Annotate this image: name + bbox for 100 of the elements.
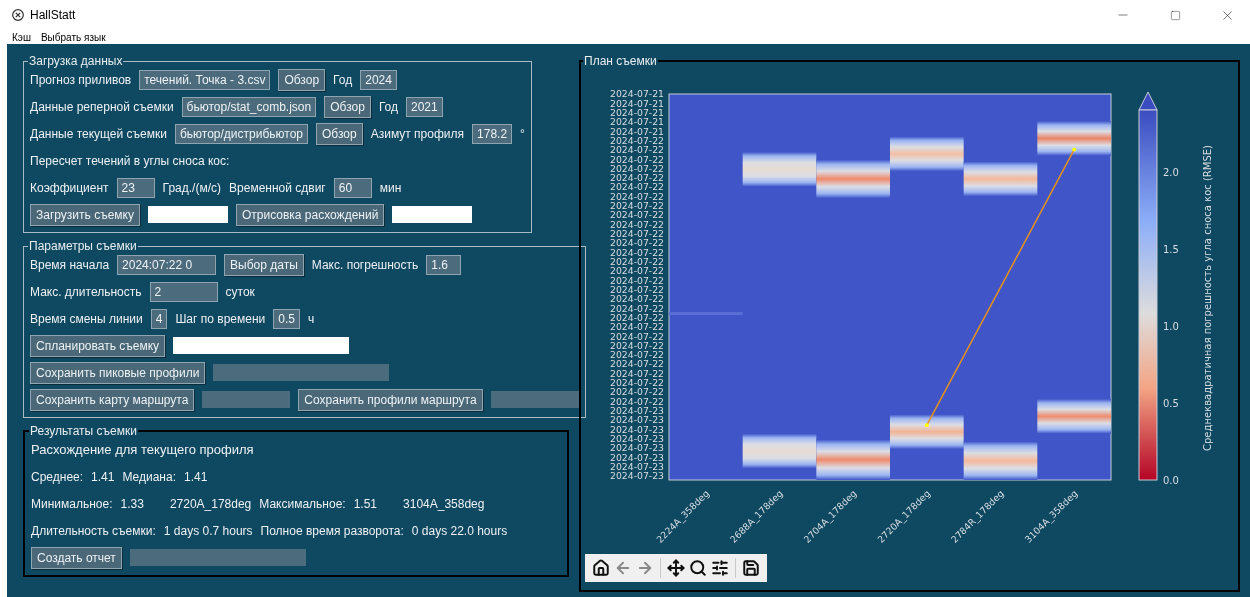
field-label: Временной сдвиг — [229, 180, 326, 195]
group-title: Параметры съемки — [28, 239, 138, 253]
action-button[interactable]: Обзор — [316, 122, 363, 145]
axis-tick-label: 2024-07-22 — [609, 377, 664, 389]
field-label: 0 days 22.0 hours — [411, 523, 508, 538]
colorbar-tick-label: 0.5 — [1163, 398, 1179, 409]
action-button[interactable]: Обзор — [324, 95, 371, 118]
floppy-disk-icon[interactable] — [741, 559, 761, 577]
axis-tick-label: 2024-07-22 — [609, 330, 664, 342]
input-field[interactable]: 0.5 — [273, 308, 300, 329]
field-label: Данные текущей съемки — [30, 126, 167, 141]
axis-tick-label: 2024-07-23 — [609, 405, 664, 417]
home-icon[interactable] — [591, 559, 611, 577]
axis-tick-label: 2024-07-22 — [609, 256, 664, 267]
input-field[interactable]: 2024 — [360, 69, 397, 90]
move-icon[interactable] — [666, 559, 686, 577]
app-icon — [12, 9, 24, 21]
axis-tick-label: 2024-07-23 — [609, 414, 664, 426]
field-label: Коэффициент — [30, 180, 109, 195]
axis-tick-label: 2024-07-22 — [609, 209, 664, 221]
field-label: ° — [520, 126, 525, 141]
axis-tick-label: 2024-07-21 — [609, 116, 664, 128]
action-button[interactable]: Спланировать съемку — [30, 334, 166, 357]
field-label: 3104A_358deg — [403, 496, 485, 511]
axis-tick-label: 2024-07-22 — [609, 293, 664, 305]
input-field[interactable]: 2021 — [406, 96, 443, 117]
field-label: 1 days 0.7 hours — [163, 523, 253, 538]
axis-tick-label: 2024-07-21 — [609, 125, 664, 137]
field-label: Время смены линии — [30, 311, 143, 326]
axis-tick-label: 2024-07-22 — [609, 367, 664, 379]
axis-tick-label: 2024-07-21 — [609, 97, 664, 109]
action-button[interactable]: Сохранить профили маршрута — [298, 388, 483, 411]
field-label: Длительность съемки: — [31, 523, 156, 538]
action-button[interactable]: Обзор — [278, 68, 326, 91]
axis-tick-label: 2024-07-22 — [609, 134, 664, 146]
axis-tick-label: 2024-07-22 — [609, 349, 664, 361]
field-label: 1.33 — [120, 496, 144, 511]
field-label: 1.41 — [184, 469, 208, 484]
field-label: Шаг по времени — [175, 311, 266, 326]
field-label: 1.51 — [353, 496, 378, 511]
axis-tick-label: 2024-07-22 — [609, 283, 664, 295]
input-field[interactable]: бьютор/stat_comb.json — [181, 96, 317, 117]
axis-tick-label: 2024-07-23 — [609, 470, 664, 482]
field-label: 1.41 — [91, 469, 115, 484]
axis-tick-label: 2024-07-21 — [609, 106, 664, 118]
action-button[interactable]: Сохранить пиковые профили — [30, 361, 206, 384]
axis-tick-label: 2024-07-22 — [609, 190, 664, 202]
field-label: ч — [307, 311, 315, 326]
axis-tick-label: 2024-07-22 — [609, 218, 664, 230]
axis-tick-label: 2024-07-22 — [609, 200, 664, 212]
axis-tick-label: 2024-07-22 — [609, 358, 664, 370]
axis-tick-label: 2024-07-22 — [609, 181, 664, 193]
field-label: Полное время разворота: — [260, 523, 404, 538]
field-label: Год — [333, 72, 353, 87]
colorbar-tick-label: 0.0 — [1163, 475, 1179, 486]
axis-tick-label: 2024-07-22 — [609, 246, 664, 258]
axis-tick-label: 2024-07-22 — [609, 265, 664, 277]
field-label: Минимальное: — [31, 496, 113, 511]
field-label: Азимут профиля — [370, 126, 465, 141]
axis-tick-label: 2024-07-22 — [609, 321, 664, 333]
field-label: Данные реперной съемки — [30, 99, 174, 114]
action-button[interactable]: Создать отчет — [31, 546, 122, 569]
input-field[interactable]: 23 — [116, 177, 155, 198]
input-field[interactable]: 1.6 — [426, 254, 462, 275]
axis-tick-label: 2024-07-22 — [609, 144, 664, 156]
axis-tick-label: 2024-07-22 — [609, 228, 664, 240]
field-label: Год — [378, 99, 398, 114]
field-label: Максимальное: — [259, 496, 346, 511]
colorbar-title: Среднеквадратичная погрешность угла сноса кос (RMSE) — [1202, 145, 1213, 451]
sliders-icon[interactable] — [710, 559, 730, 577]
axis-tick-label: 2024-07-23 — [609, 442, 664, 454]
input-field[interactable]: бьютор/дистрибьютор — [174, 123, 308, 144]
menu-item[interactable]: Кэш — [12, 31, 31, 43]
input-field[interactable]: 2024:07:22 0 — [117, 254, 217, 275]
axis-tick-label: 2024-07-22 — [609, 237, 664, 249]
window-title: HallStatt — [30, 8, 77, 22]
input-field[interactable]: 178.2 — [472, 123, 513, 144]
input-field[interactable]: течений. Точка - 3.csv — [139, 69, 271, 90]
axis-tick-label: 2024-07-22 — [609, 395, 664, 407]
menu-item[interactable]: Выбрать язык — [40, 31, 106, 43]
group-title: План съемки — [583, 54, 658, 68]
section-heading: Расхождение для текущего профиля — [31, 442, 254, 457]
input-field[interactable]: 2 — [149, 281, 218, 302]
maximize-icon — [1169, 9, 1181, 21]
field-label: Град./(м/с) — [162, 180, 222, 195]
axis-tick-label: 2024-07-22 — [609, 153, 664, 165]
field-label: Среднее: — [31, 469, 84, 484]
axis-tick-label: 2024-07-22 — [609, 274, 664, 286]
action-button[interactable]: Отрисовка расхождений — [235, 203, 385, 226]
action-button[interactable]: Сохранить карту маршрута — [30, 388, 195, 411]
action-button[interactable]: Загрузить съемку — [30, 203, 140, 226]
axis-tick-label: 2024-07-22 — [609, 386, 664, 398]
input-field[interactable]: 60 — [333, 177, 372, 198]
input-field[interactable]: 4 — [150, 308, 168, 329]
group-title: Результаты съемки — [29, 424, 138, 438]
search-icon[interactable] — [688, 559, 708, 577]
colorbar-tick-label: 1.0 — [1163, 321, 1179, 332]
colorbar-tick-label: 1.5 — [1163, 244, 1179, 255]
field-label: Макс. длительность — [30, 284, 142, 299]
action-button[interactable]: Выбор даты — [224, 253, 304, 276]
